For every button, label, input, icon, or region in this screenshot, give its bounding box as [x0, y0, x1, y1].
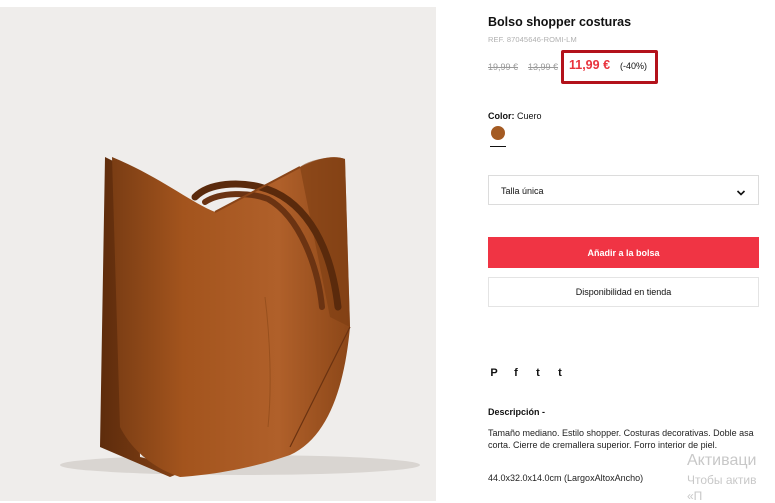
color-label: Color: [488, 111, 515, 121]
watermark-line-1: Активаци [687, 452, 757, 469]
dimensions-text: 44.0x32.0x14.0cm (LargoxAltoxAncho) [488, 473, 644, 483]
windows-activation-watermark: Активаци Чтобы актив «П [687, 452, 757, 503]
store-availability-button[interactable]: Disponibilidad en tienda [488, 277, 759, 307]
facebook-icon[interactable]: f [510, 367, 522, 379]
product-image[interactable] [0, 7, 436, 501]
description-heading[interactable]: Descripción - [488, 407, 545, 417]
description-text: Tamaño mediano. Estilo shopper. Costuras… [488, 428, 754, 450]
price-original: 19,99 € [488, 62, 519, 72]
tumblr-icon[interactable]: t [554, 367, 566, 379]
swatch-selected-indicator [490, 146, 506, 147]
twitter-icon[interactable]: t [532, 367, 544, 379]
product-reference: REF. 87045646-ROMI-LM [488, 35, 577, 44]
size-select[interactable]: Talla única [488, 175, 759, 205]
color-swatch-cuero[interactable] [491, 126, 505, 140]
chevron-down-icon [736, 185, 746, 203]
price-previous: 13,99 € [528, 62, 559, 72]
color-row: Color: Cuero [488, 111, 542, 121]
size-select-value: Talla única [501, 186, 544, 196]
color-value: Cuero [517, 111, 542, 121]
share-icons: P f t t [488, 367, 566, 379]
discount-badge: (-40%) [620, 61, 648, 71]
add-to-bag-button[interactable]: Añadir a la bolsa [488, 237, 759, 268]
product-title: Bolso shopper costuras [488, 15, 632, 29]
bag-illustration [60, 157, 420, 477]
pinterest-icon[interactable]: P [488, 367, 500, 379]
watermark-line-2: Чтобы актив [687, 473, 757, 487]
price-current: 11,99 € [569, 58, 611, 72]
